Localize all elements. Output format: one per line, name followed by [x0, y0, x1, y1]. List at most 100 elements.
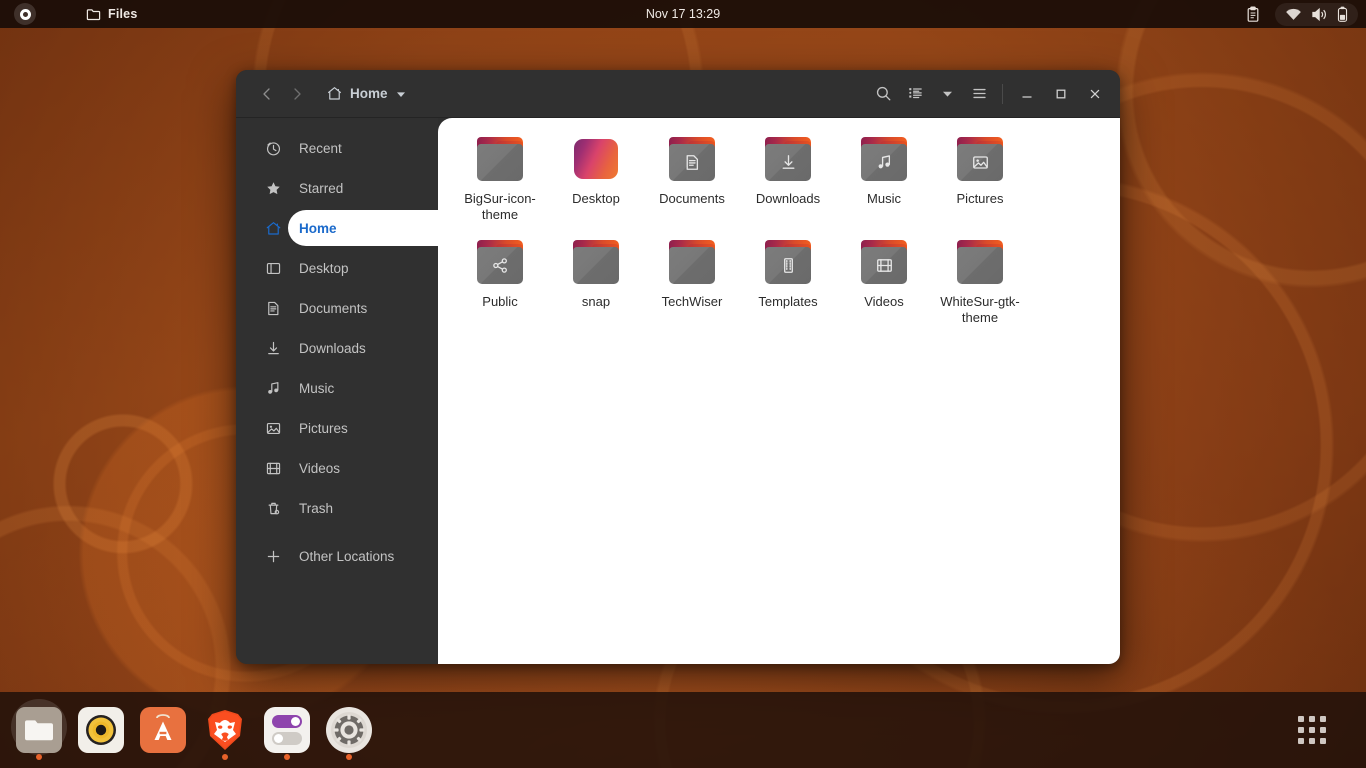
- activities-button[interactable]: [10, 0, 40, 28]
- search-button[interactable]: [867, 79, 899, 109]
- file-item[interactable]: BigSur-icon-theme: [452, 132, 548, 229]
- maximize-icon: [1054, 87, 1068, 101]
- folder-icon: [664, 136, 720, 186]
- search-icon: [875, 85, 892, 102]
- folder-icon: [472, 239, 528, 289]
- dock-item-settings[interactable]: [318, 694, 380, 766]
- file-name-label: Desktop: [572, 191, 620, 206]
- folder-icon: [952, 136, 1008, 186]
- sidebar-item-recent[interactable]: Recent: [236, 128, 438, 168]
- file-name-label: snap: [581, 294, 611, 309]
- top-bar: Files Nov 17 13:29: [0, 0, 1366, 28]
- sidebar-item-label: Starred: [299, 180, 344, 196]
- document-icon: [683, 153, 702, 172]
- file-grid: BigSur-icon-theme Desktop Documents Downloa…: [452, 132, 1110, 338]
- sidebar-separator: [236, 528, 438, 536]
- sidebar-item-label: Downloads: [299, 340, 366, 356]
- file-item[interactable]: WhiteSur-gtk-theme: [932, 235, 1028, 332]
- home-icon: [326, 85, 343, 102]
- file-item[interactable]: Pictures: [932, 132, 1028, 229]
- main-menu-button[interactable]: [963, 79, 995, 109]
- view-options-button[interactable]: [931, 79, 963, 109]
- sidebar-item-videos[interactable]: Videos: [236, 448, 438, 488]
- brave-lion-icon: [202, 707, 248, 753]
- dock-item-brave-browser[interactable]: [194, 694, 256, 766]
- file-name-label: Documents: [659, 191, 725, 206]
- file-name-label: Downloads: [755, 191, 821, 206]
- ubuntu-software-icon: [140, 707, 186, 753]
- file-item[interactable]: Videos: [836, 235, 932, 332]
- sidebar-item-documents[interactable]: Documents: [236, 288, 438, 328]
- maximize-button[interactable]: [1044, 79, 1078, 109]
- dock-item-gnome-tweaks[interactable]: [256, 694, 318, 766]
- desktop: Files Nov 17 13:29 Home Recent Starred H…: [0, 0, 1366, 768]
- folder-icon: [760, 136, 816, 186]
- app-menu-label: Files: [108, 7, 138, 21]
- app-grid-icon: [1298, 716, 1326, 744]
- chevron-right-icon: [289, 86, 305, 102]
- running-indicator-dot: [346, 754, 352, 760]
- dock-item-files[interactable]: [8, 694, 70, 766]
- close-icon: [1088, 87, 1102, 101]
- file-item[interactable]: Documents: [644, 132, 740, 229]
- battery-icon: [1337, 6, 1348, 23]
- file-name-label: Videos: [864, 294, 904, 309]
- image-icon: [264, 419, 282, 437]
- app-folder-icon: [568, 136, 624, 186]
- show-applications-button[interactable]: [1280, 692, 1344, 768]
- sidebar-item-desktop[interactable]: Desktop: [236, 248, 438, 288]
- clipboard-icon[interactable]: [1245, 6, 1261, 23]
- sidebar-item-trash[interactable]: Trash: [236, 488, 438, 528]
- sidebar-item-downloads[interactable]: Downloads: [236, 328, 438, 368]
- file-item[interactable]: Downloads: [740, 132, 836, 229]
- volume-icon: [1311, 7, 1328, 22]
- hamburger-menu-icon: [971, 85, 988, 102]
- folder-icon: [760, 239, 816, 289]
- forward-button[interactable]: [282, 79, 312, 109]
- file-item[interactable]: Public: [452, 235, 548, 332]
- trash-icon: [264, 499, 282, 517]
- view-toggle-button[interactable]: [899, 79, 931, 109]
- sidebar-item-other-locations[interactable]: Other Locations: [236, 536, 438, 576]
- sidebar-item-pictures[interactable]: Pictures: [236, 408, 438, 448]
- rhythmbox-icon: [78, 707, 124, 753]
- home-icon: [264, 219, 282, 237]
- file-name-label: Public: [482, 294, 518, 309]
- sidebar-item-label: Documents: [299, 300, 368, 316]
- file-name-label: Music: [867, 191, 901, 206]
- back-button[interactable]: [252, 79, 282, 109]
- sidebar-item-label: Other Locations: [299, 548, 395, 564]
- activities-circle-icon: [14, 3, 36, 25]
- close-button[interactable]: [1078, 79, 1112, 109]
- file-item[interactable]: Templates: [740, 235, 836, 332]
- dock: [0, 692, 1366, 768]
- sidebar-item-music[interactable]: Music: [236, 368, 438, 408]
- clock-label[interactable]: Nov 17 13:29: [646, 7, 720, 21]
- app-menu-button[interactable]: Files: [76, 0, 148, 28]
- sidebar-item-home[interactable]: Home: [236, 208, 452, 248]
- file-item[interactable]: snap: [548, 235, 644, 332]
- file-manager-window: Home Recent Starred Home Desktop Documen…: [236, 70, 1120, 664]
- file-item[interactable]: TechWiser: [644, 235, 740, 332]
- file-content-area[interactable]: BigSur-icon-theme Desktop Documents Downloa…: [438, 118, 1120, 664]
- film-icon: [875, 256, 894, 275]
- dock-item-rhythmbox[interactable]: [70, 694, 132, 766]
- clock-area: Nov 17 13:29: [0, 0, 1366, 28]
- sidebar: Recent Starred Home Desktop Documents Downloa…: [236, 118, 452, 664]
- file-item[interactable]: Music: [836, 132, 932, 229]
- file-item[interactable]: Desktop: [548, 132, 644, 229]
- minimize-button[interactable]: [1010, 79, 1044, 109]
- system-indicators[interactable]: [1275, 2, 1358, 26]
- header-separator: [1002, 83, 1003, 104]
- sidebar-item-label: Pictures: [299, 420, 348, 436]
- download-icon: [779, 153, 798, 172]
- dock-app-list: [0, 694, 380, 766]
- sidebar-item-starred[interactable]: Starred: [236, 168, 438, 208]
- document-icon: [264, 299, 282, 317]
- gear-icon: [326, 707, 372, 753]
- file-name-label: BigSur-icon-theme: [464, 191, 536, 222]
- dock-item-ubuntu-software[interactable]: [132, 694, 194, 766]
- chevron-down-icon: [395, 88, 407, 100]
- path-bar-button[interactable]: Home: [326, 85, 407, 102]
- top-bar-right: [1245, 0, 1358, 28]
